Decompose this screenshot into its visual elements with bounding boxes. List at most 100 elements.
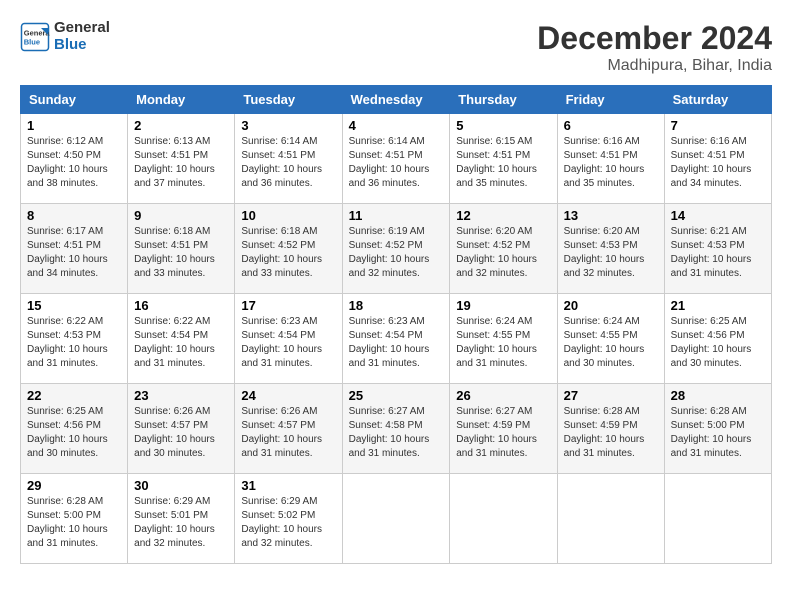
day-number: 26 xyxy=(456,388,550,403)
day-number: 7 xyxy=(671,118,765,133)
day-info: Sunrise: 6:28 AM Sunset: 4:59 PM Dayligh… xyxy=(564,405,658,461)
day-info: Sunrise: 6:28 AM Sunset: 5:00 PM Dayligh… xyxy=(27,495,121,551)
day-info: Sunrise: 6:21 AM Sunset: 4:53 PM Dayligh… xyxy=(671,225,765,281)
day-cell xyxy=(342,474,450,564)
day-info: Sunrise: 6:24 AM Sunset: 4:55 PM Dayligh… xyxy=(564,315,658,371)
day-info: Sunrise: 6:22 AM Sunset: 4:54 PM Dayligh… xyxy=(134,315,228,371)
day-number: 6 xyxy=(564,118,658,133)
month-title: December 2024 xyxy=(537,20,772,57)
week-row-3: 15 Sunrise: 6:22 AM Sunset: 4:53 PM Dayli… xyxy=(21,294,772,384)
day-number: 15 xyxy=(27,298,121,313)
page-header: General Blue General Blue December 2024 … xyxy=(20,20,772,75)
day-cell: 8 Sunrise: 6:17 AM Sunset: 4:51 PM Daylig… xyxy=(21,204,128,294)
day-info: Sunrise: 6:14 AM Sunset: 4:51 PM Dayligh… xyxy=(241,135,335,191)
day-number: 23 xyxy=(134,388,228,403)
day-cell: 15 Sunrise: 6:22 AM Sunset: 4:53 PM Dayli… xyxy=(21,294,128,384)
day-cell: 20 Sunrise: 6:24 AM Sunset: 4:55 PM Dayli… xyxy=(557,294,664,384)
day-info: Sunrise: 6:23 AM Sunset: 4:54 PM Dayligh… xyxy=(241,315,335,371)
day-info: Sunrise: 6:24 AM Sunset: 4:55 PM Dayligh… xyxy=(456,315,550,371)
day-cell: 25 Sunrise: 6:27 AM Sunset: 4:58 PM Dayli… xyxy=(342,384,450,474)
day-info: Sunrise: 6:22 AM Sunset: 4:53 PM Dayligh… xyxy=(27,315,121,371)
day-cell: 28 Sunrise: 6:28 AM Sunset: 5:00 PM Dayli… xyxy=(664,384,771,474)
weekday-saturday: Saturday xyxy=(664,86,771,114)
day-info: Sunrise: 6:17 AM Sunset: 4:51 PM Dayligh… xyxy=(27,225,121,281)
day-cell: 21 Sunrise: 6:25 AM Sunset: 4:56 PM Dayli… xyxy=(664,294,771,384)
day-cell: 6 Sunrise: 6:16 AM Sunset: 4:51 PM Daylig… xyxy=(557,114,664,204)
day-info: Sunrise: 6:27 AM Sunset: 4:59 PM Dayligh… xyxy=(456,405,550,461)
day-info: Sunrise: 6:19 AM Sunset: 4:52 PM Dayligh… xyxy=(349,225,444,281)
day-cell: 12 Sunrise: 6:20 AM Sunset: 4:52 PM Dayli… xyxy=(450,204,557,294)
calendar-table: SundayMondayTuesdayWednesdayThursdayFrid… xyxy=(20,85,772,564)
day-info: Sunrise: 6:29 AM Sunset: 5:01 PM Dayligh… xyxy=(134,495,228,551)
week-row-2: 8 Sunrise: 6:17 AM Sunset: 4:51 PM Daylig… xyxy=(21,204,772,294)
day-info: Sunrise: 6:18 AM Sunset: 4:52 PM Dayligh… xyxy=(241,225,335,281)
logo-icon: General Blue xyxy=(20,22,50,52)
day-info: Sunrise: 6:13 AM Sunset: 4:51 PM Dayligh… xyxy=(134,135,228,191)
day-number: 30 xyxy=(134,478,228,493)
day-number: 10 xyxy=(241,208,335,223)
day-info: Sunrise: 6:27 AM Sunset: 4:58 PM Dayligh… xyxy=(349,405,444,461)
day-cell: 2 Sunrise: 6:13 AM Sunset: 4:51 PM Daylig… xyxy=(128,114,235,204)
day-info: Sunrise: 6:18 AM Sunset: 4:51 PM Dayligh… xyxy=(134,225,228,281)
weekday-friday: Friday xyxy=(557,86,664,114)
weekday-thursday: Thursday xyxy=(450,86,557,114)
day-number: 31 xyxy=(241,478,335,493)
day-cell xyxy=(450,474,557,564)
calendar-body: 1Sunrise: 6:12 AM Sunset: 4:50 PM Daylig… xyxy=(21,114,772,564)
day-number: 28 xyxy=(671,388,765,403)
day-cell: 11 Sunrise: 6:19 AM Sunset: 4:52 PM Dayli… xyxy=(342,204,450,294)
day-info: Sunrise: 6:28 AM Sunset: 5:00 PM Dayligh… xyxy=(671,405,765,461)
day-number: 4 xyxy=(349,118,444,133)
day-number: 3 xyxy=(241,118,335,133)
day-cell: 26 Sunrise: 6:27 AM Sunset: 4:59 PM Dayli… xyxy=(450,384,557,474)
day-info: Sunrise: 6:25 AM Sunset: 4:56 PM Dayligh… xyxy=(27,405,121,461)
day-info: Sunrise: 6:20 AM Sunset: 4:52 PM Dayligh… xyxy=(456,225,550,281)
day-number: 11 xyxy=(349,208,444,223)
day-number: 22 xyxy=(27,388,121,403)
day-info: Sunrise: 6:15 AM Sunset: 4:51 PM Dayligh… xyxy=(456,135,550,191)
day-number: 19 xyxy=(456,298,550,313)
day-cell: 13Sunrise: 6:20 AM Sunset: 4:53 PM Dayli… xyxy=(557,204,664,294)
day-cell: 29 Sunrise: 6:28 AM Sunset: 5:00 PM Dayli… xyxy=(21,474,128,564)
day-info: Sunrise: 6:23 AM Sunset: 4:54 PM Dayligh… xyxy=(349,315,444,371)
svg-text:Blue: Blue xyxy=(24,37,40,46)
weekday-monday: Monday xyxy=(128,86,235,114)
day-cell: 17 Sunrise: 6:23 AM Sunset: 4:54 PM Dayli… xyxy=(235,294,342,384)
weekday-tuesday: Tuesday xyxy=(235,86,342,114)
day-number: 16 xyxy=(134,298,228,313)
day-number: 25 xyxy=(349,388,444,403)
day-info: Sunrise: 6:26 AM Sunset: 4:57 PM Dayligh… xyxy=(241,405,335,461)
day-cell: 30 Sunrise: 6:29 AM Sunset: 5:01 PM Dayli… xyxy=(128,474,235,564)
day-info: Sunrise: 6:16 AM Sunset: 4:51 PM Dayligh… xyxy=(564,135,658,191)
day-cell xyxy=(557,474,664,564)
day-number: 29 xyxy=(27,478,121,493)
day-info: Sunrise: 6:16 AM Sunset: 4:51 PM Dayligh… xyxy=(671,135,765,191)
day-number: 20 xyxy=(564,298,658,313)
day-info: Sunrise: 6:25 AM Sunset: 4:56 PM Dayligh… xyxy=(671,315,765,371)
day-number: 12 xyxy=(456,208,550,223)
day-cell: 1Sunrise: 6:12 AM Sunset: 4:50 PM Daylig… xyxy=(21,114,128,204)
day-cell: 5Sunrise: 6:15 AM Sunset: 4:51 PM Daylig… xyxy=(450,114,557,204)
day-cell: 18 Sunrise: 6:23 AM Sunset: 4:54 PM Dayli… xyxy=(342,294,450,384)
week-row-4: 22 Sunrise: 6:25 AM Sunset: 4:56 PM Dayli… xyxy=(21,384,772,474)
day-number: 17 xyxy=(241,298,335,313)
day-number: 18 xyxy=(349,298,444,313)
day-cell: 7 Sunrise: 6:16 AM Sunset: 4:51 PM Daylig… xyxy=(664,114,771,204)
day-number: 9 xyxy=(134,208,228,223)
location: Madhipura, Bihar, India xyxy=(537,57,772,75)
day-number: 21 xyxy=(671,298,765,313)
weekday-wednesday: Wednesday xyxy=(342,86,450,114)
day-number: 24 xyxy=(241,388,335,403)
day-cell: 27 Sunrise: 6:28 AM Sunset: 4:59 PM Dayli… xyxy=(557,384,664,474)
day-cell: 24 Sunrise: 6:26 AM Sunset: 4:57 PM Dayli… xyxy=(235,384,342,474)
day-info: Sunrise: 6:14 AM Sunset: 4:51 PM Dayligh… xyxy=(349,135,444,191)
logo: General Blue General Blue xyxy=(20,20,110,53)
day-number: 2 xyxy=(134,118,228,133)
day-cell: 10 Sunrise: 6:18 AM Sunset: 4:52 PM Dayli… xyxy=(235,204,342,294)
logo-general: General xyxy=(54,20,110,37)
day-cell: 16 Sunrise: 6:22 AM Sunset: 4:54 PM Dayli… xyxy=(128,294,235,384)
day-number: 8 xyxy=(27,208,121,223)
day-number: 27 xyxy=(564,388,658,403)
title-block: December 2024 Madhipura, Bihar, India xyxy=(537,20,772,75)
weekday-sunday: Sunday xyxy=(21,86,128,114)
